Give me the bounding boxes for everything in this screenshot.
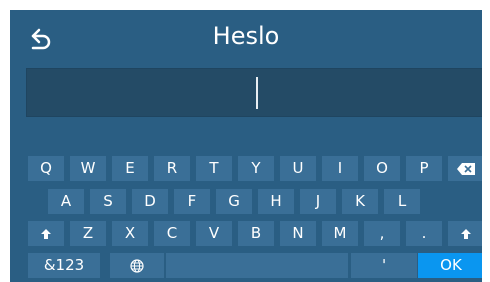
key-q-label: Q (40, 159, 52, 177)
key-f[interactable]: F (174, 189, 210, 214)
numbers-key[interactable]: &123 (28, 253, 100, 278)
key-r-label: R (166, 159, 178, 177)
key-period[interactable]: . (406, 221, 442, 246)
key-n[interactable]: N (280, 221, 316, 246)
key-t-label: T (209, 159, 219, 177)
key-m[interactable]: M (322, 221, 358, 246)
key-z[interactable]: Z (70, 221, 106, 246)
key-u[interactable]: U (280, 156, 316, 181)
key-u-label: U (292, 159, 304, 177)
apostrophe-key-label: ' (381, 256, 387, 274)
globe-icon (130, 256, 144, 274)
key-w-label: W (80, 159, 96, 177)
key-comma-label: , (379, 224, 385, 242)
backspace-icon (457, 159, 475, 177)
key-v[interactable]: V (196, 221, 232, 246)
key-l[interactable]: L (384, 189, 420, 214)
shift-key-right[interactable] (448, 221, 482, 246)
key-g[interactable]: G (216, 189, 252, 214)
key-r[interactable]: R (154, 156, 190, 181)
key-d-label: D (144, 192, 156, 210)
key-p-label: P (419, 159, 429, 177)
key-c-label: C (166, 224, 178, 242)
key-a-label: A (60, 192, 72, 210)
page-title: Heslo (212, 22, 280, 50)
key-a[interactable]: A (48, 189, 84, 214)
key-o[interactable]: O (364, 156, 400, 181)
key-x-label: X (124, 224, 136, 242)
key-x[interactable]: X (112, 221, 148, 246)
key-h-label: H (270, 192, 282, 210)
key-g-label: G (228, 192, 240, 210)
key-s-label: S (103, 192, 113, 210)
key-p[interactable]: P (406, 156, 442, 181)
back-button[interactable] (24, 20, 56, 52)
key-h[interactable]: H (258, 189, 294, 214)
key-period-label: . (421, 224, 427, 242)
key-k[interactable]: K (342, 189, 378, 214)
ok-button-label: OK (440, 256, 462, 274)
key-i-label: I (337, 159, 343, 177)
backspace-key[interactable] (448, 156, 482, 181)
key-o-label: O (376, 159, 388, 177)
key-j[interactable]: J (300, 189, 336, 214)
key-t[interactable]: T (196, 156, 232, 181)
key-d[interactable]: D (132, 189, 168, 214)
key-w[interactable]: W (70, 156, 106, 181)
key-f-label: F (187, 192, 197, 210)
shift-arrow-icon (41, 224, 51, 242)
key-b-label: B (250, 224, 262, 242)
key-i[interactable]: I (322, 156, 358, 181)
key-e[interactable]: E (112, 156, 148, 181)
language-key[interactable] (110, 253, 164, 278)
header-bar: Heslo (10, 10, 482, 62)
key-s[interactable]: S (90, 189, 126, 214)
key-n-label: N (292, 224, 304, 242)
apostrophe-key[interactable]: ' (351, 253, 417, 278)
key-z-label: Z (82, 224, 94, 242)
key-c[interactable]: C (154, 221, 190, 246)
ok-button[interactable]: OK (418, 253, 482, 278)
numbers-key-label: &123 (43, 256, 85, 274)
key-l-label: L (397, 192, 407, 210)
key-v-label: V (208, 224, 220, 242)
text-caret (256, 77, 258, 109)
key-j-label: J (315, 192, 321, 210)
shift-key-left[interactable] (28, 221, 64, 246)
space-key[interactable] (166, 253, 348, 278)
key-q[interactable]: Q (28, 156, 64, 181)
password-screen: Heslo Q W E R T Y U I O P A S D F G H J K L Z X C V B N M,. &123 ' O… (10, 10, 482, 282)
key-y[interactable]: Y (238, 156, 274, 181)
key-comma[interactable]: , (364, 221, 400, 246)
key-m-label: M (333, 224, 347, 242)
password-input[interactable] (26, 68, 482, 117)
key-b[interactable]: B (238, 221, 274, 246)
back-arrow-icon (31, 28, 51, 50)
key-e-label: E (125, 159, 135, 177)
key-k-label: K (355, 192, 365, 210)
shift-arrow-icon (461, 224, 471, 242)
key-y-label: Y (251, 159, 261, 177)
